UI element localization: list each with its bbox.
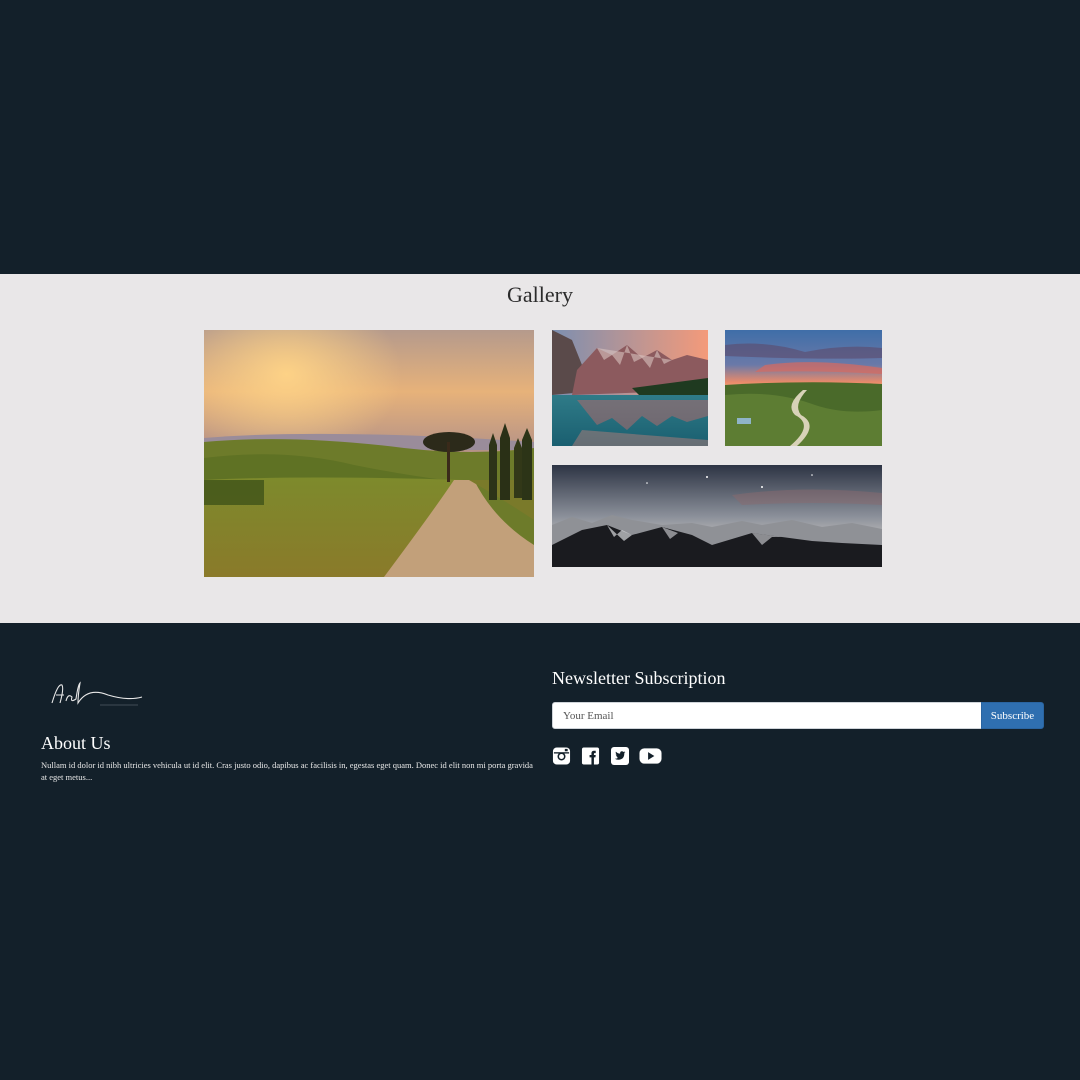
top-dark-band — [0, 0, 1080, 274]
gallery-section: Gallery — [0, 274, 1080, 623]
subscribe-button[interactable]: Subscribe — [981, 702, 1044, 729]
mountain-night-photo[interactable] — [552, 465, 882, 567]
facebook-icon[interactable] — [581, 746, 600, 766]
signature-logo[interactable] — [48, 675, 148, 715]
tuscany-road-photo[interactable] — [204, 330, 534, 577]
gallery-title: Gallery — [507, 282, 573, 307]
mountain-lake-photo[interactable] — [552, 330, 708, 446]
newsletter-title: Newsletter Subscription — [552, 668, 726, 688]
about-title: About Us — [41, 733, 111, 753]
instagram-icon[interactable] — [552, 746, 571, 766]
about-text: Nullam id dolor id nibh ultricies vehicu… — [41, 760, 533, 782]
twitter-icon[interactable] — [610, 746, 630, 766]
email-field[interactable] — [552, 702, 982, 729]
youtube-icon[interactable] — [639, 746, 662, 766]
valley-sunset-photo[interactable] — [725, 330, 882, 446]
footer: About Us Nullam id dolor id nibh ultrici… — [0, 623, 1080, 1080]
